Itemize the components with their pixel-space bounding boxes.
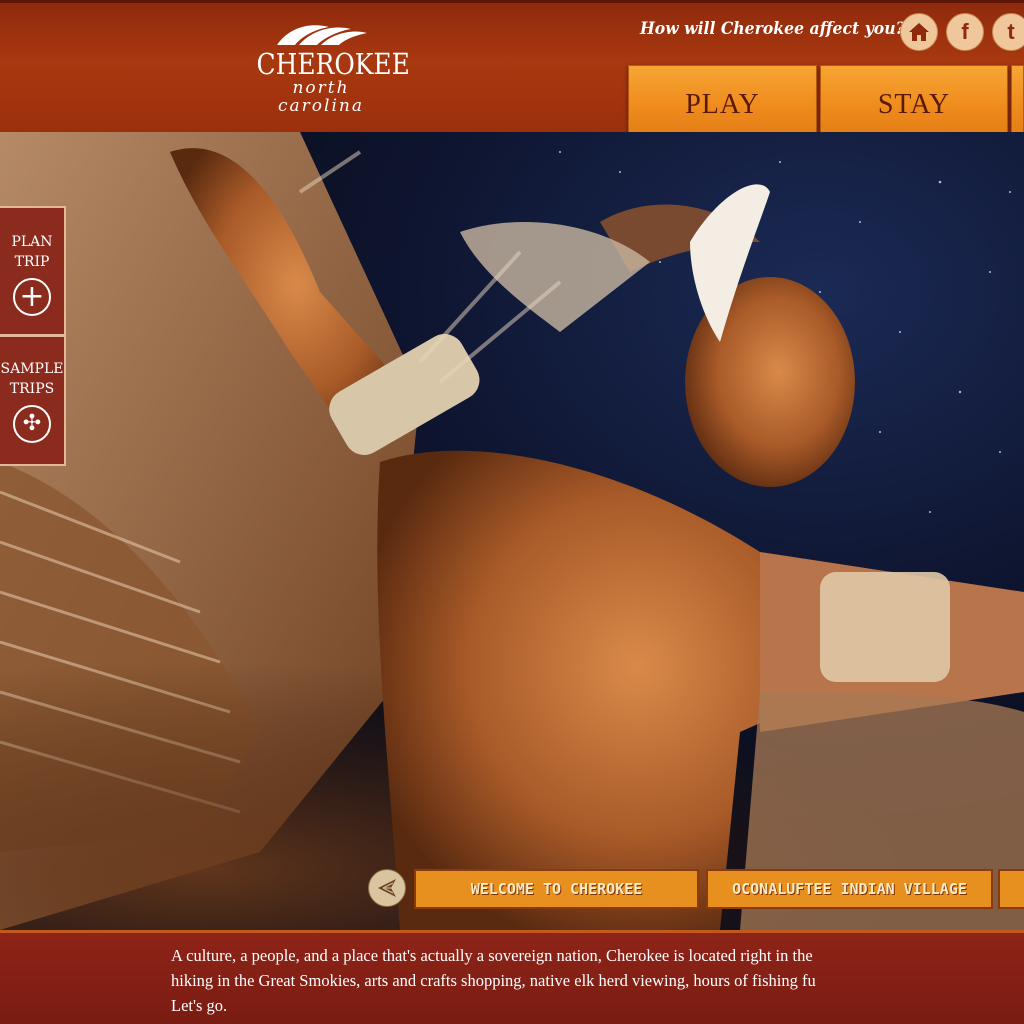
slide-tab-next[interactable] — [998, 869, 1024, 909]
plan-trip-label-line1: PLAN — [11, 234, 53, 250]
slide-tab-welcome-label: WELCOME TO CHEROKEE — [470, 880, 643, 898]
plan-trip-tab[interactable]: PLAN TRIP + — [0, 206, 66, 336]
twitter-icon[interactable]: t — [992, 13, 1024, 51]
sample-trips-label-line1: SAMPLE — [0, 361, 64, 377]
header-tagline[interactable]: How will Cherokee affect you? — [640, 19, 905, 39]
twitter-glyph: t — [1007, 19, 1015, 44]
knot-symbol-icon: ✣ — [13, 405, 51, 443]
intro-line-2: hiking in the Great Smokies, arts and cr… — [171, 971, 816, 990]
sample-trips-tab[interactable]: SAMPLE TRIPS ✣ — [0, 336, 66, 466]
logo-subtitle: north carolina — [278, 78, 364, 116]
feather-arrow-icon[interactable] — [368, 869, 406, 907]
facebook-icon[interactable]: f — [946, 13, 984, 51]
intro-text: A culture, a people, and a place that's … — [171, 943, 1024, 1018]
plus-circle-icon: + — [13, 278, 51, 316]
sample-trips-label-line2: TRIPS — [9, 381, 55, 397]
hero-dancer-illustration — [0, 132, 1024, 930]
facebook-glyph: f — [961, 19, 969, 44]
site-header: CHEROKEE north carolina How will Cheroke… — [0, 0, 1024, 145]
logo-brand-text: CHEROKEE — [256, 47, 410, 81]
plus-glyph: + — [19, 279, 45, 314]
intro-line-3: Let's go. — [171, 996, 228, 1015]
hero-image: PLAN TRIP + SAMPLE TRIPS ✣ — [0, 132, 1024, 930]
home-icon[interactable] — [900, 13, 938, 51]
slide-tab-oconaluftee[interactable]: OCONALUFTEE INDIAN VILLAGE — [706, 869, 993, 909]
nav-stay-label: STAY — [877, 89, 951, 120]
plan-trip-label-line2: TRIP — [14, 254, 50, 270]
knot-glyph: ✣ — [22, 411, 42, 436]
slide-tab-welcome[interactable]: WELCOME TO CHEROKEE — [414, 869, 699, 909]
intro-line-1: A culture, a people, and a place that's … — [171, 946, 813, 965]
cherokee-logo[interactable]: CHEROKEE north carolina — [246, 21, 410, 115]
slide-tab-oconaluftee-label: OCONALUFTEE INDIAN VILLAGE — [732, 880, 967, 898]
logo-feather-icon — [277, 25, 367, 45]
intro-panel: A culture, a people, and a place that's … — [0, 930, 1024, 1024]
nav-play-label: PLAY — [685, 89, 760, 120]
